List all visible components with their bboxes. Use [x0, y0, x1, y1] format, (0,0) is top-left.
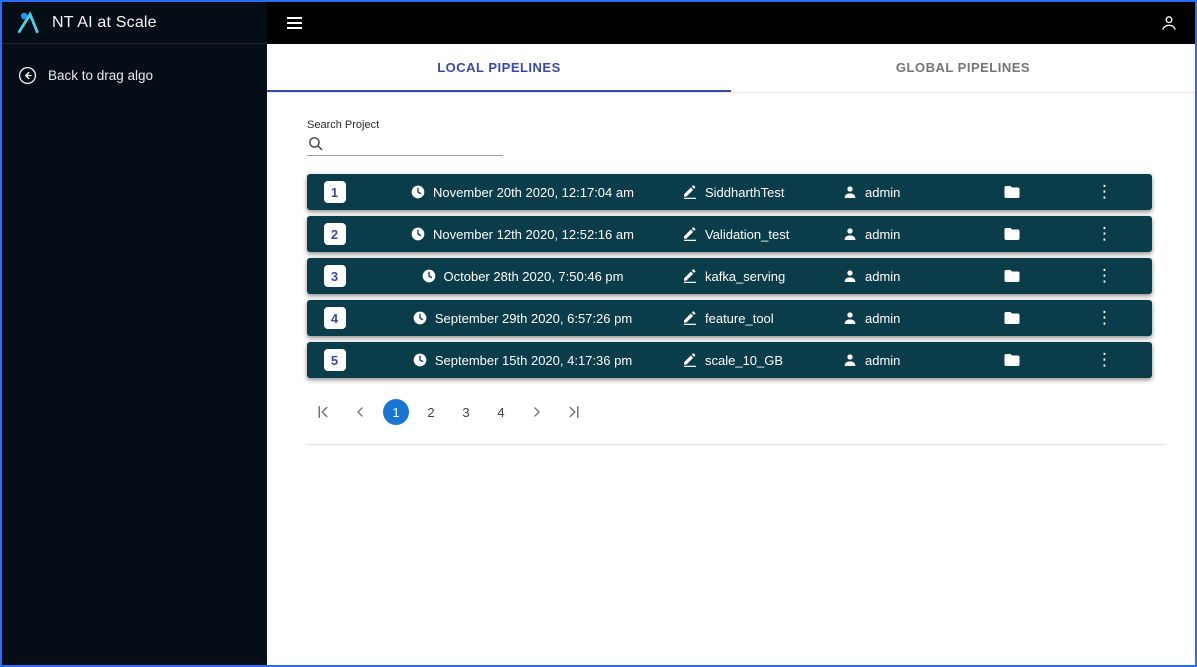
- row-owner: admin: [842, 184, 967, 200]
- row-index: 4: [307, 307, 362, 329]
- row-menu-cell: ⋮: [1057, 225, 1152, 243]
- search-field: [307, 135, 503, 156]
- pipeline-row[interactable]: 5 September 15th 2020, 4:17:36 pm scale_…: [307, 342, 1152, 378]
- app-logo-icon: [16, 10, 42, 36]
- row-more-options-icon[interactable]: ⋮: [1096, 267, 1113, 285]
- first-page-button[interactable]: [309, 398, 337, 426]
- row-created-date: November 12th 2020, 12:52:16 am: [362, 226, 682, 242]
- row-more-options-icon[interactable]: ⋮: [1096, 309, 1113, 327]
- clock-icon: [410, 226, 426, 242]
- user-account-icon[interactable]: [1159, 13, 1179, 33]
- row-index: 2: [307, 223, 362, 245]
- clock-icon: [410, 184, 426, 200]
- row-owner: admin: [842, 226, 967, 242]
- row-index-badge: 2: [323, 223, 346, 245]
- menu-hamburger-icon[interactable]: [283, 13, 306, 33]
- row-pipeline-name: SiddharthTest: [682, 184, 842, 200]
- next-page-button[interactable]: [523, 398, 551, 426]
- edit-icon: [682, 352, 698, 368]
- row-pipeline-name: feature_tool: [682, 310, 842, 326]
- row-owner: admin: [842, 310, 967, 326]
- search-label: Search Project: [307, 119, 380, 131]
- row-menu-cell: ⋮: [1057, 309, 1152, 327]
- open-folder-button[interactable]: [1003, 309, 1021, 327]
- row-created-date: October 28th 2020, 7:50:46 pm: [362, 268, 682, 284]
- page-button-4[interactable]: 4: [488, 399, 514, 425]
- row-index: 5: [307, 349, 362, 371]
- pipeline-row[interactable]: 1 November 20th 2020, 12:17:04 am Siddha…: [307, 174, 1152, 210]
- app-window: NT AI at Scale Back to drag algo LOCAL P…: [0, 0, 1197, 667]
- pagination: 1234: [307, 398, 1165, 426]
- tab-global-pipelines[interactable]: GLOBAL PIPELINES: [731, 44, 1195, 92]
- open-folder-button[interactable]: [1003, 183, 1021, 201]
- person-icon: [842, 352, 858, 368]
- row-index-badge: 5: [323, 349, 346, 371]
- person-icon: [842, 226, 858, 242]
- tab-local-pipelines[interactable]: LOCAL PIPELINES: [267, 44, 731, 92]
- sidebar-header: NT AI at Scale: [2, 2, 267, 44]
- panel-divider: [307, 444, 1165, 445]
- open-folder-button[interactable]: [1003, 225, 1021, 243]
- person-icon: [842, 184, 858, 200]
- row-folder-cell: [967, 183, 1057, 201]
- back-arrow-circle-icon: [18, 66, 37, 85]
- app-title: NT AI at Scale: [52, 13, 157, 31]
- row-more-options-icon[interactable]: ⋮: [1096, 351, 1113, 369]
- row-owner: admin: [842, 352, 967, 368]
- person-icon: [842, 310, 858, 326]
- row-index-badge: 3: [323, 265, 346, 287]
- row-index: 1: [307, 181, 362, 203]
- row-pipeline-name: Validation_test: [682, 226, 842, 242]
- sidebar-item-back-to-drag-algo[interactable]: Back to drag algo: [2, 60, 267, 91]
- row-more-options-icon[interactable]: ⋮: [1096, 225, 1113, 243]
- prev-page-button[interactable]: [346, 398, 374, 426]
- search-input[interactable]: [330, 137, 503, 152]
- person-icon: [842, 268, 858, 284]
- row-menu-cell: ⋮: [1057, 183, 1152, 201]
- row-owner: admin: [842, 268, 967, 284]
- row-folder-cell: [967, 267, 1057, 285]
- row-index: 3: [307, 265, 362, 287]
- pipeline-row[interactable]: 2 November 12th 2020, 12:52:16 am Valida…: [307, 216, 1152, 252]
- row-created-date: November 20th 2020, 12:17:04 am: [362, 184, 682, 200]
- page-button-2[interactable]: 2: [418, 399, 444, 425]
- page-button-1[interactable]: 1: [383, 399, 409, 425]
- row-more-options-icon[interactable]: ⋮: [1096, 183, 1113, 201]
- edit-icon: [682, 226, 698, 242]
- pipeline-list: 1 November 20th 2020, 12:17:04 am Siddha…: [307, 174, 1152, 378]
- sidebar: NT AI at Scale Back to drag algo: [2, 2, 267, 665]
- search-icon: [307, 135, 324, 152]
- open-folder-button[interactable]: [1003, 267, 1021, 285]
- row-index-badge: 4: [323, 307, 346, 329]
- edit-icon: [682, 310, 698, 326]
- page-button-3[interactable]: 3: [453, 399, 479, 425]
- row-pipeline-name: scale_10_GB: [682, 352, 842, 368]
- row-menu-cell: ⋮: [1057, 351, 1152, 369]
- row-created-date: September 15th 2020, 4:17:36 pm: [362, 352, 682, 368]
- edit-icon: [682, 268, 698, 284]
- pipeline-row[interactable]: 4 September 29th 2020, 6:57:26 pm featur…: [307, 300, 1152, 336]
- last-page-button[interactable]: [560, 398, 588, 426]
- edit-icon: [682, 184, 698, 200]
- clock-icon: [412, 352, 428, 368]
- clock-icon: [412, 310, 428, 326]
- open-folder-button[interactable]: [1003, 351, 1021, 369]
- row-created-date: September 29th 2020, 6:57:26 pm: [362, 310, 682, 326]
- row-index-badge: 1: [323, 181, 346, 203]
- row-pipeline-name: kafka_serving: [682, 268, 842, 284]
- row-folder-cell: [967, 351, 1057, 369]
- main-area: LOCAL PIPELINES GLOBAL PIPELINES Search …: [267, 2, 1195, 665]
- clock-icon: [421, 268, 437, 284]
- local-pipelines-panel: Search Project 1 November 20th 2020, 12:…: [267, 93, 1195, 445]
- row-folder-cell: [967, 309, 1057, 327]
- top-bar: [267, 2, 1195, 44]
- page-number-buttons: 1234: [383, 399, 514, 425]
- pipelines-tabs: LOCAL PIPELINES GLOBAL PIPELINES: [267, 44, 1195, 93]
- pipeline-row[interactable]: 3 October 28th 2020, 7:50:46 pm kafka_se…: [307, 258, 1152, 294]
- row-folder-cell: [967, 225, 1057, 243]
- back-label: Back to drag algo: [48, 68, 154, 83]
- row-menu-cell: ⋮: [1057, 267, 1152, 285]
